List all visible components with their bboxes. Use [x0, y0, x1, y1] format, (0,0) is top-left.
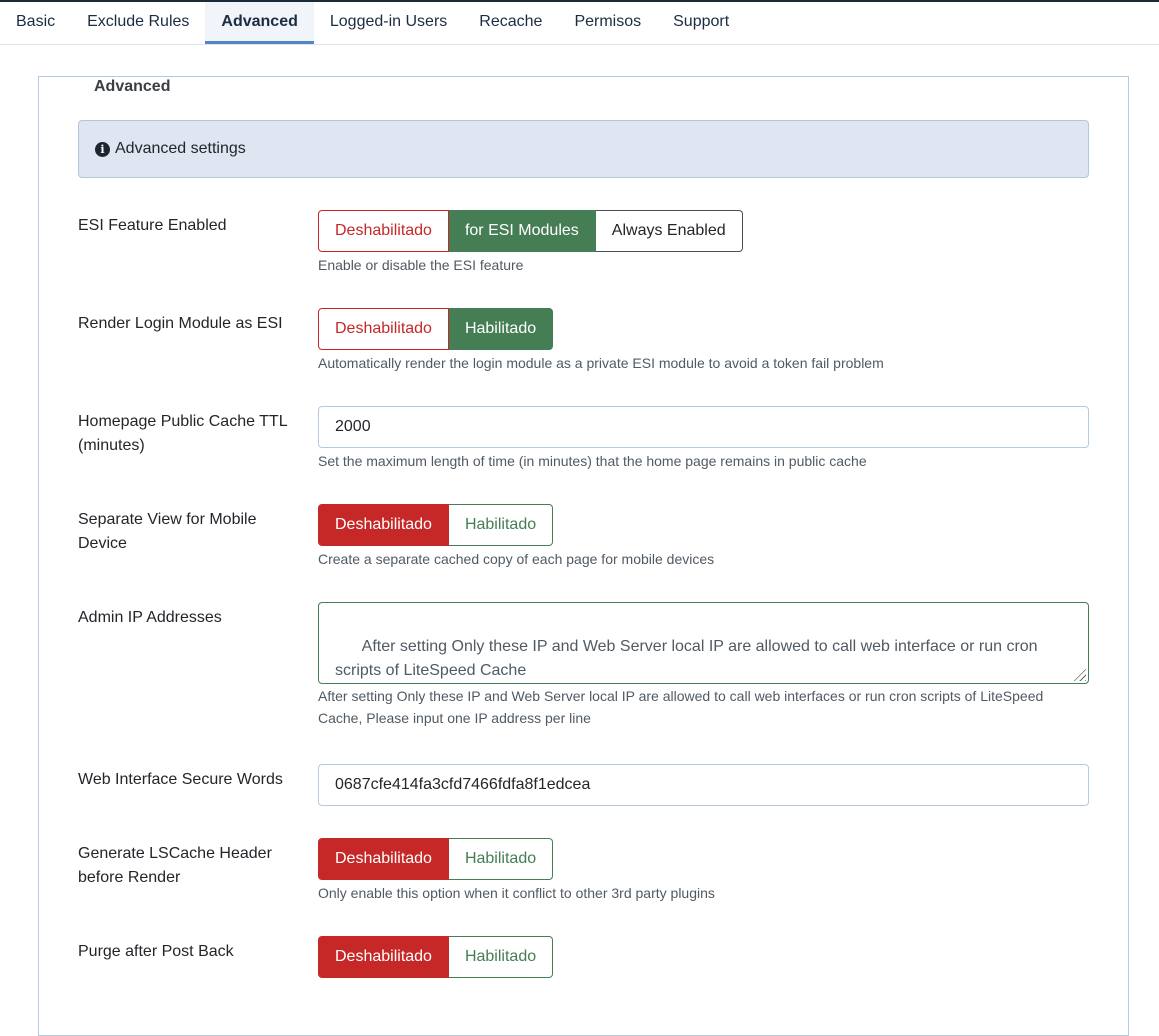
field-label: Generate LSCache Header before Render — [78, 845, 272, 886]
tab-logged-in-users[interactable]: Logged-in Users — [314, 2, 463, 44]
info-alert: i Advanced settings — [78, 120, 1089, 178]
login-esi-radio-group: Deshabilitado Habilitado — [318, 308, 554, 350]
field-label: Homepage Public Cache TTL (minutes) — [78, 413, 287, 454]
purge-postback-option-enabled[interactable]: Habilitado — [448, 936, 554, 978]
tab-advanced[interactable]: Advanced — [205, 2, 314, 44]
home-ttl-input[interactable]: 2000 — [318, 406, 1089, 448]
tab-basic[interactable]: Basic — [0, 2, 71, 44]
field-label: ESI Feature Enabled — [78, 217, 227, 234]
esi-option-always[interactable]: Always Enabled — [595, 210, 743, 252]
admin-ips-textarea[interactable]: After setting Only these IP and Web Serv… — [318, 602, 1089, 684]
field-hint: After setting Only these IP and Web Serv… — [318, 688, 1044, 726]
mobile-view-radio-group: Deshabilitado Habilitado — [318, 504, 554, 546]
tab-permisos[interactable]: Permisos — [558, 2, 657, 44]
esi-radio-group: Deshabilitado for ESI Modules Always Ena… — [318, 210, 743, 252]
purge-postback-option-disabled[interactable]: Deshabilitado — [318, 936, 449, 978]
field-hint: Enable or disable the ESI feature — [318, 257, 524, 273]
mobile-view-option-enabled[interactable]: Habilitado — [448, 504, 554, 546]
esi-option-modules[interactable]: for ESI Modules — [448, 210, 596, 252]
field-hint: Create a separate cached copy of each pa… — [318, 551, 715, 567]
purge-postback-radio-group: Deshabilitado Habilitado — [318, 936, 554, 978]
tab-exclude-rules[interactable]: Exclude Rules — [71, 2, 205, 44]
info-circle-icon: i — [95, 141, 110, 157]
secure-words-input[interactable]: 0687cfe414fa3cfd7466fdfa8f1edcea — [318, 764, 1089, 806]
textarea-placeholder: After setting Only these IP and Web Serv… — [335, 638, 1038, 679]
field-hint: Automatically render the login module as… — [318, 355, 884, 371]
tab-bar: Basic Exclude Rules Advanced Logged-in U… — [0, 2, 1159, 45]
field-label: Purge after Post Back — [78, 943, 234, 960]
tab-support[interactable]: Support — [657, 2, 745, 44]
lscache-header-option-enabled[interactable]: Habilitado — [448, 838, 554, 880]
field-label: Web Interface Secure Words — [78, 771, 283, 788]
lscache-header-option-disabled[interactable]: Deshabilitado — [318, 838, 449, 880]
alert-text: Advanced settings — [115, 140, 246, 157]
field-hint: Only enable this option when it conflict… — [318, 885, 715, 901]
fieldset-legend: Advanced — [94, 78, 171, 96]
login-esi-option-enabled[interactable]: Habilitado — [448, 308, 554, 350]
field-label: Render Login Module as ESI — [78, 315, 283, 332]
resize-handle-icon[interactable] — [1072, 667, 1086, 681]
lscache-header-radio-group: Deshabilitado Habilitado — [318, 838, 554, 880]
login-esi-option-disabled[interactable]: Deshabilitado — [318, 308, 449, 350]
mobile-view-option-disabled[interactable]: Deshabilitado — [318, 504, 449, 546]
field-hint: Set the maximum length of time (in minut… — [318, 453, 867, 469]
esi-option-disabled[interactable]: Deshabilitado — [318, 210, 449, 252]
field-label: Admin IP Addresses — [78, 609, 222, 626]
field-label: Separate View for Mobile Device — [78, 511, 257, 552]
tab-recache[interactable]: Recache — [463, 2, 558, 44]
